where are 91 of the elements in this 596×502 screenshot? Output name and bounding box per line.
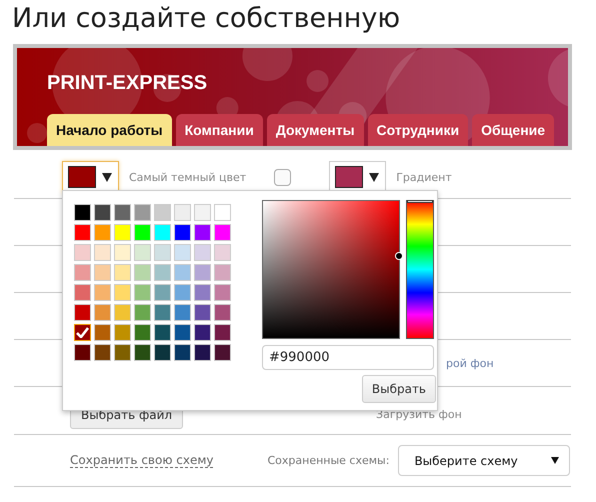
scheme-select[interactable]: Выберите схему	[398, 445, 570, 476]
palette-swatch[interactable]	[194, 344, 211, 361]
field-label: Градиент	[396, 170, 452, 184]
palette-swatch[interactable]	[194, 204, 211, 221]
palette-swatch[interactable]	[114, 304, 131, 321]
palette-swatch[interactable]	[154, 324, 171, 341]
palette-swatch[interactable]	[154, 304, 171, 321]
palette-swatch[interactable]	[214, 284, 231, 301]
palette-swatch[interactable]	[114, 284, 131, 301]
caret-icon	[551, 457, 560, 464]
palette-swatch[interactable]	[114, 344, 131, 361]
palette-swatch[interactable]	[194, 224, 211, 241]
palette-swatch[interactable]	[174, 324, 191, 341]
palette-swatch[interactable]	[134, 344, 151, 361]
palette-swatch[interactable]	[194, 264, 211, 281]
palette-swatch[interactable]	[174, 304, 191, 321]
palette-swatch[interactable]	[74, 284, 91, 301]
gradient-checkbox[interactable]	[274, 168, 292, 186]
palette-swatch[interactable]	[134, 284, 151, 301]
palette-swatch[interactable]	[154, 264, 171, 281]
choose-button[interactable]: Выбрать	[362, 375, 436, 403]
palette-swatch[interactable]	[94, 204, 111, 221]
hue-handle[interactable]	[407, 200, 433, 203]
field-label: Загрузить фон	[376, 408, 462, 421]
palette-swatch[interactable]	[114, 264, 131, 281]
color-dropdown[interactable]	[329, 161, 386, 193]
save-scheme-link[interactable]: Сохранить свою схему	[70, 453, 214, 468]
nav-tab[interactable]: Начало работы	[47, 114, 172, 146]
field-label: рой фон	[446, 356, 494, 370]
field-label: Сохраненные схемы:	[267, 454, 390, 467]
palette-swatch[interactable]	[94, 304, 111, 321]
palette-swatch[interactable]	[134, 324, 151, 341]
palette-swatch[interactable]	[114, 204, 131, 221]
palette-swatch[interactable]	[214, 264, 231, 281]
palette-swatch[interactable]	[154, 344, 171, 361]
palette-swatch[interactable]	[174, 344, 191, 361]
palette-swatch[interactable]	[74, 264, 91, 281]
palette-swatch[interactable]	[114, 224, 131, 241]
palette-swatch[interactable]	[194, 244, 211, 261]
palette-swatch[interactable]	[74, 244, 91, 261]
palette-swatch[interactable]	[94, 244, 111, 261]
palette-swatch[interactable]	[174, 264, 191, 281]
palette-swatch[interactable]	[154, 284, 171, 301]
logo-text: PRINT-EXPRESS	[47, 72, 208, 95]
caret-icon	[369, 172, 380, 182]
palette-swatch[interactable]	[94, 264, 111, 281]
palette-swatch[interactable]	[194, 324, 211, 341]
palette-swatch[interactable]	[114, 244, 131, 261]
palette-swatch[interactable]	[94, 344, 111, 361]
picker-handle[interactable]	[395, 252, 403, 260]
palette-swatch[interactable]	[214, 304, 231, 321]
palette-swatch[interactable]	[74, 204, 91, 221]
check-icon	[76, 327, 89, 338]
caret-icon	[102, 172, 112, 182]
palette-swatch[interactable]	[174, 204, 191, 221]
hue-slider[interactable]	[406, 200, 434, 339]
palette-swatch[interactable]	[214, 224, 231, 241]
palette-swatch[interactable]	[74, 224, 91, 241]
palette-swatch[interactable]	[94, 324, 111, 341]
palette-swatch[interactable]	[94, 284, 111, 301]
palette-swatch[interactable]	[94, 224, 111, 241]
palette-swatch[interactable]	[134, 224, 151, 241]
saturation-field[interactable]	[262, 200, 400, 339]
palette-swatch[interactable]	[174, 224, 191, 241]
palette-swatch[interactable]	[74, 344, 91, 361]
palette-swatch[interactable]	[154, 224, 171, 241]
palette-swatch[interactable]	[154, 204, 171, 221]
palette-swatch[interactable]	[134, 304, 151, 321]
palette-swatch[interactable]	[74, 304, 91, 321]
page-heading: Или создайте собственную	[11, 2, 402, 36]
palette-swatch[interactable]	[154, 244, 171, 261]
hex-input[interactable]: #990000	[262, 345, 434, 370]
palette-swatch[interactable]	[194, 304, 211, 321]
palette-swatch[interactable]	[214, 324, 231, 341]
palette-swatch[interactable]	[134, 204, 151, 221]
nav-tab[interactable]: Сотрудники	[368, 114, 468, 146]
palette-swatch[interactable]	[114, 324, 131, 341]
field-label: Самый темный цвет	[129, 170, 246, 184]
nav-tab[interactable]: Документы	[266, 114, 364, 146]
palette-swatch[interactable]	[74, 324, 91, 341]
palette-swatch[interactable]	[174, 244, 191, 261]
palette-swatch[interactable]	[194, 284, 211, 301]
palette-swatch[interactable]	[134, 244, 151, 261]
palette-swatch[interactable]	[174, 284, 191, 301]
nav-tab[interactable]: Общение	[472, 114, 554, 146]
palette-swatch[interactable]	[134, 264, 151, 281]
nav-tab[interactable]: Компании	[176, 114, 263, 146]
palette-swatch[interactable]	[214, 244, 231, 261]
palette-swatch[interactable]	[214, 344, 231, 361]
palette-swatch[interactable]	[214, 204, 231, 221]
color-dropdown[interactable]	[62, 161, 119, 193]
